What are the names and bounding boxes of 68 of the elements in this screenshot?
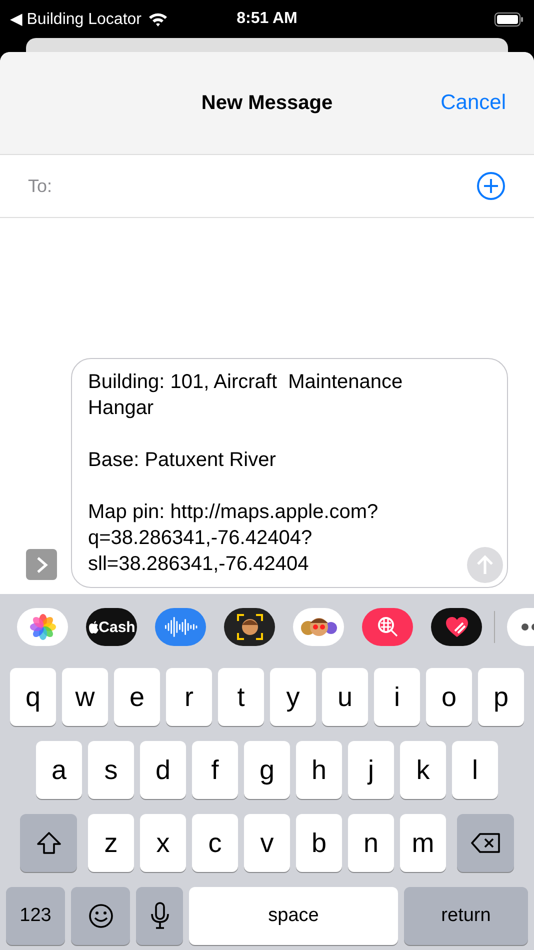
heart-app-button[interactable]: [431, 608, 482, 646]
message-text: Base: Patuxent River: [88, 448, 277, 473]
letter-key[interactable]: o: [426, 668, 472, 726]
wifi-icon: [148, 12, 168, 26]
letter-key[interactable]: t: [218, 668, 264, 726]
message-text: Map pin: http://maps.apple.com?: [88, 500, 380, 525]
smiley-icon: [88, 903, 114, 929]
delete-key[interactable]: [457, 814, 514, 872]
space-key[interactable]: space: [189, 887, 398, 945]
arrow-up-icon: [476, 555, 494, 575]
figure-icon: [234, 612, 264, 642]
message-text: Hangar: [88, 396, 155, 421]
chevron-right-icon: [36, 556, 48, 574]
apple-icon: [88, 620, 99, 634]
letter-key[interactable]: p: [478, 668, 524, 726]
shift-key[interactable]: [20, 814, 77, 872]
letter-key[interactable]: f: [192, 741, 238, 799]
photos-app-button[interactable]: [17, 608, 68, 646]
letter-key[interactable]: w: [62, 668, 108, 726]
waveform-icon: [164, 616, 198, 638]
microphone-icon: [150, 902, 168, 930]
heart-icon: [444, 616, 468, 638]
letter-key[interactable]: s: [88, 741, 134, 799]
letter-key[interactable]: h: [296, 741, 342, 799]
flower-icon: [30, 614, 56, 640]
clock-time: 8:51 AM: [236, 10, 298, 28]
letter-key[interactable]: n: [348, 814, 394, 872]
expand-button[interactable]: [26, 549, 57, 580]
letter-key[interactable]: x: [140, 814, 186, 872]
letter-key[interactable]: g: [244, 741, 290, 799]
letter-key[interactable]: j: [348, 741, 394, 799]
message-field[interactable]: Building: 101, Aircraft Maintenance Hangar Base: Patuxent River Map pin: http://maps.apple.com? q=38.286341,-76.42404? sll=38.286341,-76.42404: [71, 358, 508, 588]
letter-key[interactable]: z: [88, 814, 134, 872]
letter-key[interactable]: b: [296, 814, 342, 872]
stickers-app-button[interactable]: [293, 608, 344, 646]
letter-key[interactable]: e: [114, 668, 160, 726]
memoji-app-button[interactable]: [224, 608, 275, 646]
numbers-key[interactable]: 123: [6, 887, 65, 945]
letter-key[interactable]: v: [244, 814, 290, 872]
search-icon: [376, 615, 400, 639]
letter-key[interactable]: y: [270, 668, 316, 726]
letter-key[interactable]: k: [400, 741, 446, 799]
letter-key[interactable]: q: [10, 668, 56, 726]
to-label: To:: [28, 176, 52, 196]
cash-app-button[interactable]: Cash: [86, 608, 137, 646]
letter-key[interactable]: u: [322, 668, 368, 726]
add-contact-icon[interactable]: [476, 171, 506, 201]
audio-app-button[interactable]: [155, 608, 206, 646]
emoji-key[interactable]: [71, 887, 130, 945]
letter-key[interactable]: r: [166, 668, 212, 726]
back-to-app-link[interactable]: ◀ Building Locator: [10, 9, 142, 29]
cancel-button[interactable]: Cancel: [440, 91, 506, 115]
dictation-key[interactable]: [136, 887, 183, 945]
letter-key[interactable]: c: [192, 814, 238, 872]
letter-key[interactable]: d: [140, 741, 186, 799]
message-text: q=38.286341,-76.42404?: [88, 526, 314, 551]
message-text: sll=38.286341,-76.42404: [88, 552, 310, 577]
battery-icon: [494, 12, 524, 26]
return-key[interactable]: return: [404, 887, 528, 945]
image-search-app-button[interactable]: [362, 608, 413, 646]
letter-key[interactable]: m: [400, 814, 446, 872]
message-text: Building: 101, Aircraft Maintenance: [88, 370, 404, 395]
letter-key[interactable]: i: [374, 668, 420, 726]
shift-arrow-icon: [36, 831, 62, 855]
sheet-title: New Message: [201, 92, 333, 114]
backspace-icon: [470, 832, 500, 854]
letter-key[interactable]: a: [36, 741, 82, 799]
letter-key[interactable]: l: [452, 741, 498, 799]
